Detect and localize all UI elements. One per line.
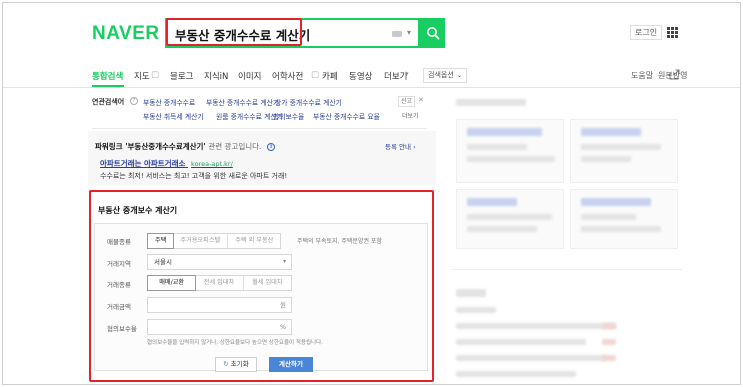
ad-register-link[interactable]: 등록 안내 › — [385, 141, 416, 151]
chevron-down-icon: ▾ — [282, 258, 286, 265]
divider — [452, 269, 682, 270]
ad-description: 수수료는 최저! 서비스는 최고! 고객을 위한 새로운 아파트 거래! — [100, 172, 288, 180]
related-link[interactable]: 부동산 중개수수료 — [143, 97, 195, 107]
region-label: 거래지역 — [107, 260, 131, 268]
trade-option[interactable]: 월세 임대차 — [244, 276, 291, 290]
powerlink-query: '부동산중개수수료계산기' — [125, 142, 206, 151]
tab-image[interactable]: 이미지 — [238, 70, 261, 82]
tab-dictionary[interactable]: 어학사전 — [272, 70, 303, 82]
region-select[interactable]: 서울시 ▾ — [147, 254, 292, 270]
ad-headline-link[interactable]: 아파트거래는 아파트거래소 korea-apt.kr/ — [100, 158, 233, 169]
rate-unit: % — [279, 323, 286, 331]
tab-integrated[interactable]: 통합검색 — [92, 70, 123, 82]
share-icon[interactable] — [669, 69, 680, 80]
related-link[interactable]: 부동산 중개수수료 요율 — [313, 111, 380, 121]
close-icon[interactable]: ✕ — [418, 96, 424, 104]
property-type-label: 매물종류 — [107, 238, 131, 246]
trade-option[interactable]: 매매/교환 — [147, 275, 197, 291]
more-chevron-icon: ▾ — [405, 70, 409, 78]
browser-page: NAVER 부동산 중개수수료 계산기 ▾ 로그인 통합검색 지도 ▢ 블로그 … — [2, 2, 741, 385]
related-searches: 연관검색어 ? 부동산 중개수수료 부동산 중개수수료 계산기 상가 중개수수료… — [92, 91, 427, 129]
report-button[interactable]: 신고 — [398, 96, 416, 107]
tab-cafe[interactable]: 카페 — [322, 70, 338, 82]
region-value: 서울시 — [154, 258, 172, 266]
powerlink-subtitle: 관련 광고입니다. — [208, 142, 262, 151]
refresh-icon: ↻ — [223, 360, 229, 368]
tab-video[interactable]: 동영상 — [349, 70, 372, 82]
property-type-selector: 주택 주거용오피스텔 주택 외 부동산 — [147, 233, 282, 249]
search-highlight-frame — [166, 18, 302, 46]
search-options-label: 검색옵션 — [428, 71, 454, 79]
tab-blog[interactable]: 블로그 — [170, 70, 193, 82]
blurred-card — [570, 119, 678, 183]
calculate-button[interactable]: 계산하기 — [269, 357, 313, 372]
dictionary-icon: ▢ — [311, 70, 320, 80]
property-option[interactable]: 주택 — [147, 233, 175, 249]
trade-type-selector: 매매/교환 전세 임대차 월세 임대차 — [147, 275, 292, 291]
calculator-panel: 매물종류 주택 주거용오피스텔 주택 외 부동산 주택의 부속토지, 주택분양권… — [94, 223, 428, 372]
related-link[interactable]: 상가 중개수수료 계산기 — [275, 97, 342, 107]
chevron-down-icon: ⌄ — [456, 72, 462, 79]
ad-register-label: 등록 안내 — [385, 143, 411, 151]
search-options-button[interactable]: 검색옵션 ⌄ — [423, 68, 467, 83]
related-link[interactable]: 부동산 중개수수료 계산기 — [206, 97, 279, 107]
related-link[interactable]: 부동산 취득세 계산기 — [143, 111, 204, 121]
help-icon[interactable]: ? — [130, 97, 138, 105]
right-sidebar-blurred — [452, 91, 682, 381]
search-icon — [426, 27, 439, 40]
rate-note: 협의보수율을 입력하지 않거나, 상한요율보다 높으면 상한요율이 적용됩니다. — [147, 340, 323, 346]
amount-label: 거래금액 — [107, 303, 131, 311]
login-button[interactable]: 로그인 — [630, 25, 663, 40]
info-icon[interactable]: i — [267, 143, 276, 151]
blurred-card — [456, 189, 564, 249]
amount-input[interactable]: 원 — [147, 297, 292, 313]
brokerage-fee-calculator: 부동산 중개보수 계산기 매물종류 주택 주거용오피스텔 주택 외 부동산 주택… — [92, 194, 433, 380]
keyboard-icon[interactable] — [392, 31, 402, 37]
powerlink-title: 파워링크 — [95, 142, 123, 151]
apps-grid-icon[interactable] — [667, 27, 678, 38]
tab-more[interactable]: 더보기 — [384, 70, 407, 82]
calculator-title: 부동산 중개보수 계산기 — [98, 206, 178, 215]
property-option[interactable]: 주거용오피스텔 — [173, 234, 229, 248]
blurred-text — [456, 289, 486, 297]
blurred-text — [456, 99, 526, 106]
related-label: 연관검색어 — [92, 98, 125, 106]
rate-label: 협의보수율 — [107, 325, 137, 333]
property-option[interactable]: 주택 외 부동산 — [228, 234, 280, 248]
trade-type-label: 거래종류 — [107, 281, 131, 289]
reset-button[interactable]: ↻ 초기화 — [215, 357, 257, 372]
trade-option[interactable]: 전세 임대차 — [195, 276, 244, 290]
amount-unit: 원 — [280, 301, 286, 309]
map-icon: ▢ — [151, 70, 160, 80]
naver-logo[interactable]: NAVER — [92, 23, 160, 45]
blurred-card — [456, 119, 564, 183]
tab-map[interactable]: 지도 — [134, 70, 150, 82]
blurred-card — [570, 189, 678, 249]
powerlink-ad: 파워링크 '부동산중개수수료계산기' 관련 광고입니다. i 등록 안내 › 아… — [88, 131, 436, 185]
property-hint: 주택의 부속토지, 주택분양권 포함 — [297, 238, 382, 245]
related-more-button[interactable]: 더보기 — [402, 111, 419, 120]
keyboard-dropdown-icon[interactable]: ▾ — [407, 28, 411, 37]
chevron-right-icon: › — [413, 143, 416, 151]
ad-url[interactable]: korea-apt.kr/ — [191, 160, 233, 168]
reset-label: 초기화 — [230, 360, 249, 368]
tab-kin[interactable]: 지식iN — [204, 70, 228, 82]
help-link[interactable]: 도움말 — [631, 70, 653, 81]
powerlink-header: 파워링크 '부동산중개수수료계산기' 관련 광고입니다. i — [95, 141, 276, 152]
active-tab-indicator — [92, 85, 124, 87]
rate-input[interactable]: % — [147, 319, 292, 335]
related-link[interactable]: 합의보수율 — [273, 111, 304, 121]
ad-headline[interactable]: 아파트거래는 아파트거래소 — [100, 159, 185, 168]
search-button[interactable] — [420, 18, 445, 48]
